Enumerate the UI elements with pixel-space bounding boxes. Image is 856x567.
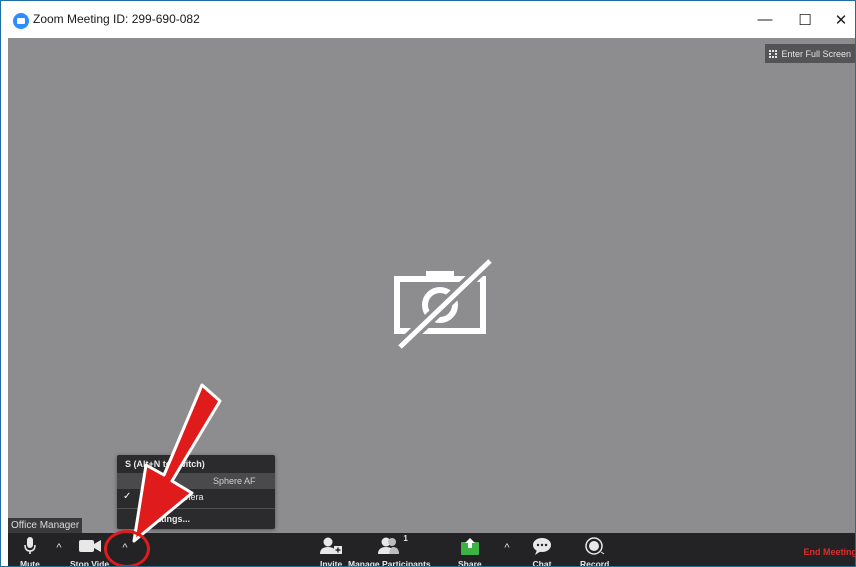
mute-button[interactable]: Mute <box>20 536 40 567</box>
manage-participants-label: Manage Participants <box>348 559 431 567</box>
participant-name-tag: Office Manager <box>8 518 83 533</box>
stop-video-label: Stop Vide <box>70 559 110 567</box>
chat-button[interactable]: Chat <box>532 536 552 567</box>
invite-person-icon <box>320 536 343 556</box>
zoom-logo-icon <box>13 13 29 29</box>
end-meeting-button[interactable]: End Meeting <box>804 547 856 557</box>
record-label: Record <box>580 559 610 567</box>
record-icon <box>584 536 605 556</box>
participants-icon: 1 <box>377 534 408 556</box>
share-button[interactable]: Share <box>458 536 482 567</box>
participant-count-badge: 1 <box>403 534 408 543</box>
audio-options-caret[interactable]: ^ <box>52 542 66 554</box>
share-label: Share <box>458 559 482 567</box>
chat-label: Chat <box>532 559 552 567</box>
fullscreen-icon <box>769 49 778 58</box>
chat-bubble-icon <box>532 536 552 556</box>
zoom-meeting-window: Zoom Meeting ID: 299-690-082 — ☐ ✕ Enter… <box>0 0 856 567</box>
stop-video-button[interactable]: Stop Vide <box>70 536 110 567</box>
enter-full-screen-label: Enter Full Screen <box>781 48 851 59</box>
camera-off-icon <box>394 257 492 351</box>
microphone-icon <box>24 536 36 556</box>
window-title: Zoom Meeting ID: 299-690-082 <box>33 12 200 26</box>
invite-label: Invite <box>320 559 343 567</box>
manage-participants-button[interactable]: 1 Manage Participants <box>348 534 431 567</box>
mute-label: Mute <box>20 559 40 567</box>
annotation-arrow-icon <box>132 383 222 543</box>
annotation-highlight-circle <box>104 530 150 566</box>
enter-full-screen-button[interactable]: Enter Full Screen <box>765 44 855 63</box>
close-button[interactable]: ✕ <box>818 1 855 38</box>
record-button[interactable]: Record <box>580 536 610 567</box>
share-options-caret[interactable]: ^ <box>500 542 514 554</box>
title-bar: Zoom Meeting ID: 299-690-082 — ☐ ✕ <box>1 1 855 38</box>
share-screen-icon <box>460 536 480 556</box>
video-camera-icon <box>78 536 101 556</box>
invite-button[interactable]: Invite <box>320 536 343 567</box>
